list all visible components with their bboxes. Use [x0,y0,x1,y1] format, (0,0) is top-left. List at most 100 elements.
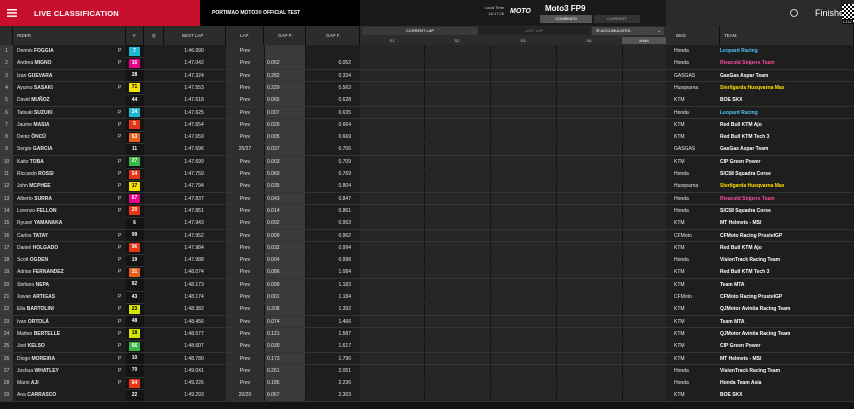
rider-name[interactable]: Mario AJI [15,377,123,389]
rider-name[interactable]: Deniz ÖNCÜ [15,131,123,143]
pit-indicator: P [118,318,122,325]
table-row[interactable]: 21 Xavier ARTIGAS P 43 1:48.174 Prev 0.001 1.18… [0,291,854,304]
team-name: Team MTA [720,281,745,288]
lap-count: Prev [239,48,251,54]
table-row[interactable]: 7 Jaume MASIA P 5 1:47.654 Prev 0.029 0.664 KTM R… [0,118,854,132]
col-s3: S3 [520,38,526,43]
table-row[interactable]: 24 Matteo BERTELLE P 18 1:48.577 Prev 0.121 1.5… [0,327,854,341]
table-row[interactable]: 13 Alberto SURRA P 67 1:47.837 Prev 0.043 0.847… [0,192,854,205]
rider-name[interactable]: Jaume MASIA [15,119,123,131]
rider-name[interactable]: Daniel HOLGADO [15,242,123,254]
gap-previous: 0.067 [265,389,305,402]
table-row[interactable]: 14 Lorenzo FELLON P 20 1:47.851 Prev 0.014 0.86… [0,204,854,218]
col-gap-f[interactable]: GAP F. [306,26,360,45]
table-row[interactable]: 25 Joel KELSO P 66 1:48.607 Prev 0.030 1.617 KTM… [0,340,854,353]
rider-number-badge: 6 [129,218,140,228]
col-num[interactable]: # [126,26,144,45]
rider-name[interactable]: Elia BARTOLINI [15,303,123,315]
rider-name[interactable]: Diogo MOREIRA [15,353,123,365]
rider-name[interactable]: Matteo BERTELLE [15,328,123,340]
rider-name[interactable]: Joshua WHATLEY [15,365,123,377]
rider-name[interactable]: Ana CARRASCO [15,389,123,401]
team-name: Leopard Racing [720,109,758,116]
rider-name[interactable]: Sergio GARCIA [15,143,123,155]
best-lap-time: 1:48.174 [184,294,204,300]
accumulated-select[interactable]: ☰ ACCUMULATED ⌄ [592,27,664,35]
position: 14 [0,204,13,218]
table-row[interactable]: 29 Ana CARRASCO 22 1:49.293 20/20 0.067 2.303 K… [0,389,854,402]
rider-number-badge: 19 [129,255,140,265]
rider-name[interactable]: Ryusei YAMANAKA [15,217,123,229]
local-time: Local Time 16:17:26 [470,5,504,17]
gap-previous: 0.121 [265,327,305,341]
rider-number-badge: 27 [129,157,140,167]
pit-indicator: P [118,121,122,128]
rider-name[interactable]: Andrea MIGNO [15,57,123,69]
rider-name[interactable]: Scott OGDEN [15,254,123,266]
col-rider[interactable]: RIDER [13,26,126,45]
gap-first: 0.635 [338,109,351,116]
table-row[interactable]: 19 Adrian FERNANDEZ P 31 1:48.074 Prev 0.086 1.… [0,266,854,279]
table-row[interactable]: 27 Joshua WHATLEY P 70 1:49.041 Prev 0.261 2.05… [0,364,854,378]
rider-name[interactable]: Tatsuki SUZUKI [15,107,123,119]
lap-count: Prev [239,183,251,190]
position: 21 [0,291,13,304]
col-bike[interactable]: BIKE [666,26,720,45]
table-row[interactable]: 9 Sergio GARCIA 11 1:47.696 25/27 0.037 0.706 G… [0,143,854,156]
col-best-lap[interactable]: BEST LAP [164,26,226,45]
pit-indicator [118,217,126,229]
rider-name[interactable]: John MCPHEE [15,180,123,192]
best-lap-time: 1:47.696 [184,146,204,153]
table-row[interactable]: 4 Ayumu SASAKI P 71 1:47.553 Prev 0.229 0.563 Hu… [0,81,854,95]
table-row[interactable]: 16 Carlos TATAY P 99 1:47.952 Prev 0.009 0.962 C… [0,229,854,242]
gap-first: 1.183 [338,281,351,288]
table-row[interactable]: 15 Ryusei YAMANAKA 6 1:47.943 Prev 0.092 0.953… [0,217,854,230]
rider-name[interactable]: Alberto SURRA [15,193,123,205]
best-lap-time: 1:48.607 [184,343,204,350]
rider-name[interactable]: Ivan ORTOLÁ [15,316,123,328]
table-row[interactable]: 5 David MUÑOZ 44 1:47.618 Prev 0.065 0.628 KTM B… [0,94,854,107]
rider-name[interactable]: Adrian FERNANDEZ [15,266,123,278]
table-row[interactable]: 2 Andrea MIGNO P 16 1:47.042 Prev 0.052 0.052 Ho… [0,57,854,70]
rider-name[interactable]: Lorenzo FELLON [15,205,123,217]
col-team[interactable]: TEAM [720,26,854,45]
table-row[interactable]: 8 Deniz ÖNCÜ P 53 1:47.659 Prev 0.005 0.669 KTM R… [0,131,854,144]
rider-name[interactable]: Ayumu SASAKI [15,82,123,94]
rider-name[interactable]: Kaito TOBA [15,156,123,168]
tab-current[interactable]: CURRENT [594,15,640,23]
table-row[interactable]: 26 Diogo MOREIRA P 10 1:48.780 Prev 0.173 1.790… [0,352,854,365]
rider-name[interactable]: Dennis FOGGIA [15,45,123,57]
rider-name[interactable]: Joel KELSO [15,340,123,352]
current-lap-tab[interactable]: CURRENT LAP [362,27,478,35]
table-row[interactable]: 12 John MCPHEE P 17 1:47.794 Prev 0.035 0.804 Hu… [0,180,854,193]
rider-name[interactable]: Riccardo ROSSI [15,168,123,180]
table-row[interactable]: 11 Riccardo ROSSI P 54 1:47.759 Prev 0.060 0.76… [0,168,854,181]
table-row[interactable]: 22 Elia BARTOLINI P 23 1:48.382 Prev 0.208 1.39… [0,303,854,316]
team-name: Honda Team Asia [720,380,762,387]
rider-name[interactable]: Carlos TATAY [15,230,123,242]
pit-indicator: P [118,355,122,362]
table-row[interactable]: 20 Stefano NEPA 82 1:48.173 Prev 0.099 1.183 KT… [0,278,854,291]
rider-name[interactable]: Izan GUEVARA [15,70,123,82]
pit-indicator: P [118,171,122,177]
col-gap-p[interactable]: GAP P. [264,26,306,45]
table-row[interactable]: 3 Izan GUEVARA 28 1:47.324 Prev 0.282 0.334 GAS… [0,69,854,82]
gap-first: 1.790 [338,355,351,362]
table-row[interactable]: 23 Ivan ORTOLÁ P 48 1:48.456 Prev 0.074 1.466 KT… [0,315,854,328]
tab-combined[interactable]: COMBINED [540,15,592,23]
col-q[interactable]: Q [144,26,164,45]
table-row[interactable]: 6 Tatsuki SUZUKI P 24 1:47.625 Prev 0.007 0.635… [0,106,854,119]
best-lap-time: 1:48.577 [184,330,204,337]
rider-name[interactable]: Stefano NEPA [15,279,123,291]
table-row[interactable]: 17 Daniel HOLGADO P 96 1:47.984 Prev 0.032 0.99… [0,241,854,255]
rider-name[interactable]: Xavier ARTIGAS [15,291,123,303]
menu-button[interactable] [0,0,24,26]
table-row[interactable]: 1 Dennis FOGGIA P 7 1:46.990 Prev Honda Leopard… [0,45,854,58]
col-lap[interactable]: LAP [226,26,264,45]
table-row[interactable]: 10 Kaito TOBA P 27 1:47.699 Prev 0.003 0.709 KTM… [0,155,854,168]
table-row[interactable]: 28 Mario AJI P 64 1:49.226 Prev 0.185 2.236 Hond… [0,377,854,390]
rider-name[interactable]: David MUÑOZ [15,94,123,106]
rider-number-badge: 24 [129,108,140,117]
last-lap-tab[interactable]: LAST LAP [478,27,590,35]
table-row[interactable]: 18 Scott OGDEN P 19 1:47.988 Prev 0.004 0.998 Ho… [0,254,854,267]
